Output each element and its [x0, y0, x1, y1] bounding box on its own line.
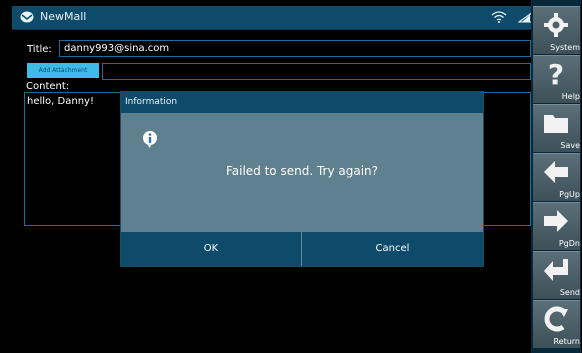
information-dialog: Information Failed to send. Try again? O…: [121, 92, 483, 266]
app-title: NewMall: [40, 10, 87, 23]
gear-icon: [544, 13, 568, 37]
return-icon: [544, 306, 568, 332]
sidebar-item-pgup[interactable]: PgUp: [533, 153, 580, 201]
attachment-field[interactable]: [102, 63, 531, 80]
content-text: hello, Danny!: [27, 96, 94, 107]
sidebar-item-pgdn[interactable]: PgDn: [533, 202, 580, 250]
content-label: Content:: [26, 81, 70, 92]
folder-icon: [544, 115, 568, 133]
dialog-header: Information: [121, 92, 483, 113]
title-bar: NewMall: [12, 6, 543, 30]
mail-app-icon: [20, 11, 34, 23]
arrow-left-icon: [544, 161, 568, 183]
title-label: Title:: [27, 44, 52, 55]
sidebar-item-system[interactable]: System: [533, 6, 580, 54]
sidebar-label-system: System: [550, 43, 580, 52]
sidebar-label-return: Return: [553, 337, 580, 346]
dialog-message: Failed to send. Try again?: [225, 164, 379, 178]
sidebar-label-pgup: PgUp: [559, 190, 580, 199]
question-icon: ?: [548, 60, 564, 88]
ok-button[interactable]: OK: [121, 232, 302, 266]
wifi-icon: [491, 11, 507, 23]
enter-icon: [544, 259, 568, 281]
sidebar-item-return[interactable]: Return: [533, 300, 580, 348]
sidebar-label-save: Save: [560, 141, 580, 150]
sidebar: System ? Help Save PgUp PgDn Send Return: [531, 0, 581, 353]
sidebar-item-send[interactable]: Send: [533, 251, 580, 299]
sidebar-label-pgdn: PgDn: [558, 239, 580, 248]
cancel-button[interactable]: Cancel: [302, 232, 483, 266]
title-input-value: danny993@sina.com: [64, 43, 170, 54]
sidebar-item-help[interactable]: ? Help: [533, 55, 580, 103]
sidebar-item-save[interactable]: Save: [533, 104, 580, 152]
sidebar-label-help: Help: [561, 92, 580, 101]
info-icon: [143, 131, 157, 148]
svg-text:?: ?: [548, 60, 564, 88]
arrow-right-icon: [544, 210, 568, 232]
sidebar-label-send: Send: [559, 288, 580, 297]
add-attachment-button[interactable]: Add Attachment: [27, 63, 99, 78]
dialog-title: Information: [125, 97, 178, 107]
title-input[interactable]: danny993@sina.com: [59, 40, 531, 57]
